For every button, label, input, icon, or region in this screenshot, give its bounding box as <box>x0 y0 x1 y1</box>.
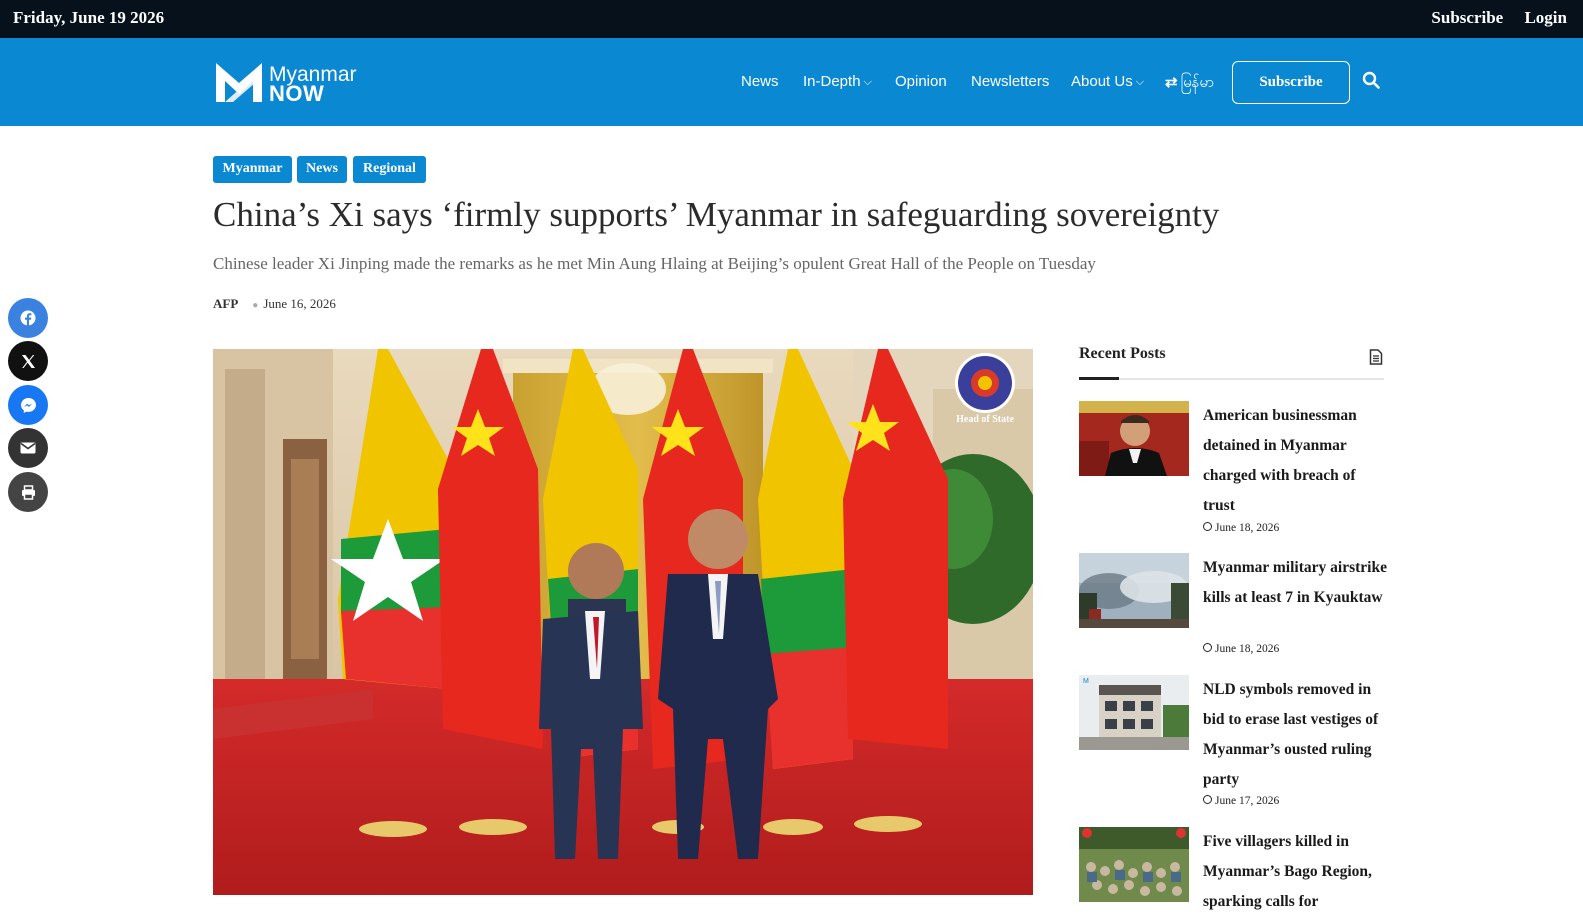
post-date-text: June 18, 2026 <box>1215 522 1280 534</box>
nav-about-us[interactable]: About Us ⌵ <box>1071 73 1144 90</box>
email-share-button[interactable] <box>8 428 48 468</box>
sidebar-title: Recent Posts <box>1079 345 1166 362</box>
article-subtitle: Chinese leader Xi Jinping made the remar… <box>213 254 1096 273</box>
x-share-button[interactable] <box>8 341 48 381</box>
login-link[interactable]: Login <box>1524 8 1567 27</box>
nav-about-us-label: About Us <box>1071 73 1133 90</box>
separator-dot: ● <box>252 300 259 311</box>
nav-newsletters[interactable]: Newsletters <box>971 73 1049 90</box>
clock-icon <box>1203 795 1212 804</box>
post-title[interactable]: Myanmar military airstrike kills at leas… <box>1203 553 1388 613</box>
messenger-share-button[interactable] <box>8 385 48 425</box>
header-subscribe-button[interactable]: Subscribe <box>1232 61 1350 104</box>
logo-mark-icon <box>216 63 262 102</box>
sidebar-divider <box>1079 378 1384 380</box>
top-subscribe-link[interactable]: Subscribe <box>1431 8 1503 27</box>
article-title: China’s Xi says ‘firmly supports’ Myanma… <box>213 195 1220 234</box>
post-thumbnail[interactable] <box>1079 553 1189 628</box>
post-thumbnail[interactable] <box>1079 401 1189 476</box>
image-watermark: Head of State <box>956 414 1014 425</box>
nav-news[interactable]: News <box>741 73 779 90</box>
clock-icon <box>1203 522 1212 531</box>
hero-photo: Head of State <box>213 349 1033 895</box>
nav-in-depth-label: In-Depth <box>803 73 861 90</box>
search-icon[interactable] <box>1362 71 1380 89</box>
site-header: Myanmar NOW News In-Depth ⌵ Opinion Newsl… <box>0 38 1583 126</box>
post-thumbnail-image <box>1079 401 1189 476</box>
post-thumbnail-image <box>1079 553 1189 628</box>
post-thumbnail[interactable]: M <box>1079 675 1189 750</box>
svg-text:M: M <box>1083 678 1089 685</box>
tag-regional[interactable]: Regional <box>353 156 426 183</box>
x-icon <box>21 354 35 368</box>
post-title[interactable]: Five villagers killed in Myanmar’s Bago … <box>1203 827 1388 913</box>
messenger-icon <box>20 397 36 413</box>
article-date: June 16, 2026 <box>263 296 336 311</box>
facebook-icon <box>20 310 36 326</box>
print-share-button[interactable] <box>8 472 48 512</box>
post-date: June 18, 2026 <box>1203 643 1279 655</box>
nav-in-depth[interactable]: In-Depth ⌵ <box>803 73 872 90</box>
post-thumbnail-image <box>1079 827 1189 902</box>
swap-icon: ⇄ <box>1165 74 1178 91</box>
email-icon <box>20 442 36 454</box>
post-title[interactable]: NLD symbols removed in bid to erase last… <box>1203 675 1388 795</box>
language-label: မြန်မာ <box>1180 73 1215 91</box>
tag-myanmar[interactable]: Myanmar <box>213 156 292 183</box>
document-icon <box>1369 349 1383 365</box>
chevron-down-icon: ⌵ <box>1135 76 1145 88</box>
post-date-text: June 17, 2026 <box>1215 795 1280 807</box>
logo-text-now: NOW <box>269 81 325 106</box>
clock-icon <box>1203 643 1212 652</box>
account-links: Subscribe Login <box>1414 8 1567 28</box>
article-hero-image: Head of State <box>213 349 1033 895</box>
post-thumbnail[interactable] <box>1079 827 1189 902</box>
tag-news[interactable]: News <box>297 156 347 183</box>
article-byline: AFP ● June 16, 2026 <box>213 296 336 312</box>
site-logo[interactable]: Myanmar NOW <box>213 57 373 107</box>
print-icon <box>21 484 35 500</box>
top-bar: Friday, June 19 2026 Subscribe Login <box>0 0 1583 38</box>
post-title[interactable]: American businessman detained in Myanmar… <box>1203 401 1388 521</box>
nav-opinion[interactable]: Opinion <box>895 73 947 90</box>
post-date: June 18, 2026 <box>1203 522 1279 534</box>
article-author[interactable]: AFP <box>213 296 238 311</box>
language-switch[interactable]: ⇄ မြန်မာ <box>1165 73 1214 95</box>
facebook-share-button[interactable] <box>8 298 48 338</box>
post-thumbnail-image: M <box>1079 675 1189 750</box>
chevron-down-icon: ⌵ <box>863 76 872 88</box>
post-date: June 17, 2026 <box>1203 795 1279 807</box>
post-date-text: June 18, 2026 <box>1215 643 1280 655</box>
sidebar-divider-accent <box>1079 377 1119 380</box>
current-date: Friday, June 19 2026 <box>13 8 165 27</box>
